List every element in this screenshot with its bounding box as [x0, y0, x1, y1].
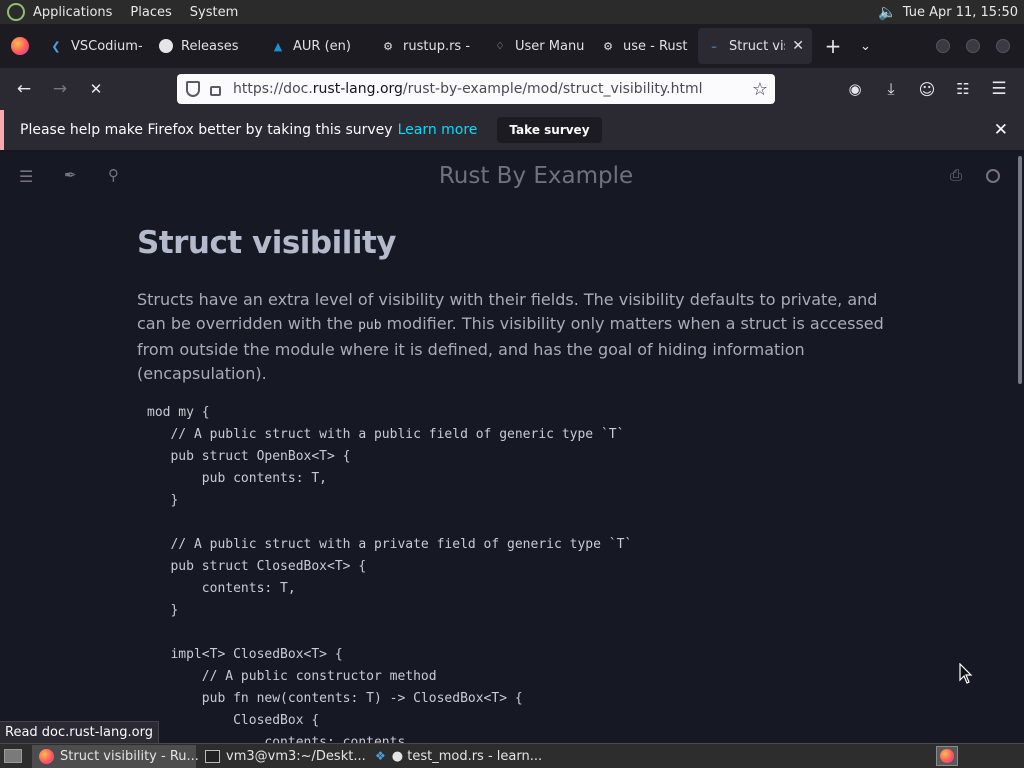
downloads-icon[interactable]: ⤓ — [876, 74, 906, 104]
top-panel: Applications Places System 🔈 Tue Apr 11,… — [0, 0, 1024, 24]
archlinux-icon: ▲ — [273, 39, 283, 53]
back-icon[interactable]: ← — [9, 74, 39, 104]
url-path: /rust-by-example/mod/struct_visibility.h… — [402, 81, 703, 97]
tab-use-rust[interactable]: ⚙ use - Rust — [592, 28, 698, 64]
page-title: Struct visibility — [137, 225, 397, 261]
main-content: Struct visibility Structs have an extra … — [137, 225, 887, 743]
url-text[interactable]: https://doc.rust-lang.org/rust-by-exampl… — [233, 81, 702, 97]
url-domain: rust-lang.org — [312, 81, 403, 97]
lock-icon[interactable] — [210, 86, 221, 96]
gnome-logo-icon[interactable] — [7, 3, 25, 21]
inline-code: pub — [358, 318, 382, 333]
code-block: mod my { // A public struct with a publi… — [147, 405, 633, 743]
close-window-button[interactable] — [996, 39, 1010, 53]
intro-paragraph: Structs have an extra level of visibilit… — [137, 288, 887, 386]
clock[interactable]: Tue Apr 11, 15:50 — [903, 5, 1018, 20]
tab-vscodium[interactable]: ❮ VSCodium- — [40, 28, 150, 64]
bookmark-star-icon[interactable]: ☆ — [752, 79, 768, 100]
firefox-icon — [39, 748, 54, 764]
tab-struct-visibility[interactable]: – Struct vis ✕ — [698, 28, 812, 64]
tray-firefox-icon[interactable] — [936, 746, 958, 766]
close-notification-icon[interactable]: ✕ — [994, 120, 1008, 140]
scrollbar[interactable] — [1018, 156, 1022, 384]
window-controls — [936, 39, 1024, 53]
show-desktop-icon[interactable] — [4, 749, 22, 763]
close-tab-icon[interactable]: ✕ — [792, 38, 804, 54]
extensions-icon[interactable]: ☷ — [948, 74, 978, 104]
tab-label: User Manu — [515, 38, 584, 54]
minimize-button[interactable] — [936, 39, 950, 53]
bottom-taskbar: Struct visibility - Ru... vm3@vm3:~/Desk… — [0, 743, 1024, 768]
tab-label: use - Rust — [623, 38, 688, 54]
book-title: Rust By Example — [438, 163, 634, 189]
tab-label: Releases — [181, 38, 239, 54]
places-menu[interactable]: Places — [130, 5, 171, 20]
menu-icon[interactable]: ☰ — [984, 74, 1014, 104]
vscodium-icon: ❮ — [51, 39, 61, 53]
tab-label: Struct vis — [729, 38, 785, 54]
tab-label: rustup.rs - — [403, 38, 471, 54]
manual-icon: ♢ — [495, 40, 505, 52]
mdbook-menu-bar: ☰ ✒ ⚲ Rust By Example ⎙ — [0, 152, 1018, 202]
list-all-tabs-icon[interactable]: ⌄ — [860, 39, 871, 54]
navigation-bar: ← → ✕ https://doc.rust-lang.org/rust-by-… — [0, 68, 1024, 110]
url-prefix: https://doc. — [233, 81, 313, 97]
rust-icon: ⚙ — [603, 39, 613, 53]
tab-bar: ❮ VSCodium- Releases ▲ AUR (en) ⚙ rustup… — [0, 24, 1024, 68]
tab-user-manual[interactable]: ♢ User Manu — [484, 28, 592, 64]
survey-notification: Please help make Firefox better by takin… — [0, 110, 1024, 150]
forward-icon[interactable]: → — [45, 74, 75, 104]
taskbar-item-terminal[interactable]: vm3@vm3:~/Deskt... — [198, 745, 366, 768]
taskbar-item-vscodium[interactable]: ❖ ● test_mod.rs - learn... — [368, 745, 542, 768]
learn-more-link[interactable]: Learn more — [398, 122, 478, 138]
vscodium-icon: ❖ — [375, 749, 386, 763]
page-content: ☰ ✒ ⚲ Rust By Example ⎙ Struct visibilit… — [0, 152, 1024, 743]
new-tab-button[interactable]: + — [822, 34, 844, 58]
taskbar-item-label: Struct visibility - Ru... — [60, 748, 199, 764]
terminal-icon — [205, 749, 220, 763]
shield-icon[interactable] — [186, 81, 200, 97]
volume-icon[interactable]: 🔈 — [878, 3, 897, 21]
rust-icon: ⚙ — [383, 39, 393, 53]
take-survey-button[interactable]: Take survey — [497, 117, 602, 143]
print-icon[interactable]: ⎙ — [950, 166, 962, 184]
tab-rustup[interactable]: ⚙ rustup.rs - — [372, 28, 484, 64]
mouse-cursor-icon — [959, 663, 973, 684]
toolbar-icons: ◉ ⤓ ☺ ☷ ☰ — [840, 74, 1014, 104]
notification-message: Please help make Firefox better by takin… — [20, 122, 393, 138]
tab-releases[interactable]: Releases — [150, 28, 262, 64]
firefox-view-icon[interactable] — [0, 37, 40, 55]
status-panel: Read doc.rust-lang.org — [0, 721, 159, 743]
taskbar-item-label: ● test_mod.rs - learn... — [391, 748, 543, 764]
taskbar-item-firefox[interactable]: Struct visibility - Ru... — [32, 744, 199, 768]
url-bar[interactable]: https://doc.rust-lang.org/rust-by-exampl… — [177, 74, 775, 104]
github-repo-icon[interactable] — [986, 169, 1000, 183]
applications-menu[interactable]: Applications — [33, 5, 112, 20]
taskbar-item-label: vm3@vm3:~/Deskt... — [226, 748, 366, 764]
tab-aur[interactable]: ▲ AUR (en) — [262, 28, 372, 64]
tab-label: AUR (en) — [293, 38, 351, 54]
account-icon[interactable]: ☺ — [912, 74, 942, 104]
github-icon — [158, 38, 174, 54]
stop-loading-icon[interactable]: ✕ — [81, 74, 111, 104]
system-menu[interactable]: System — [190, 5, 238, 20]
loading-icon: – — [711, 39, 717, 53]
tab-label: VSCodium- — [71, 38, 142, 54]
pocket-icon[interactable]: ◉ — [840, 74, 870, 104]
maximize-button[interactable] — [966, 39, 980, 53]
